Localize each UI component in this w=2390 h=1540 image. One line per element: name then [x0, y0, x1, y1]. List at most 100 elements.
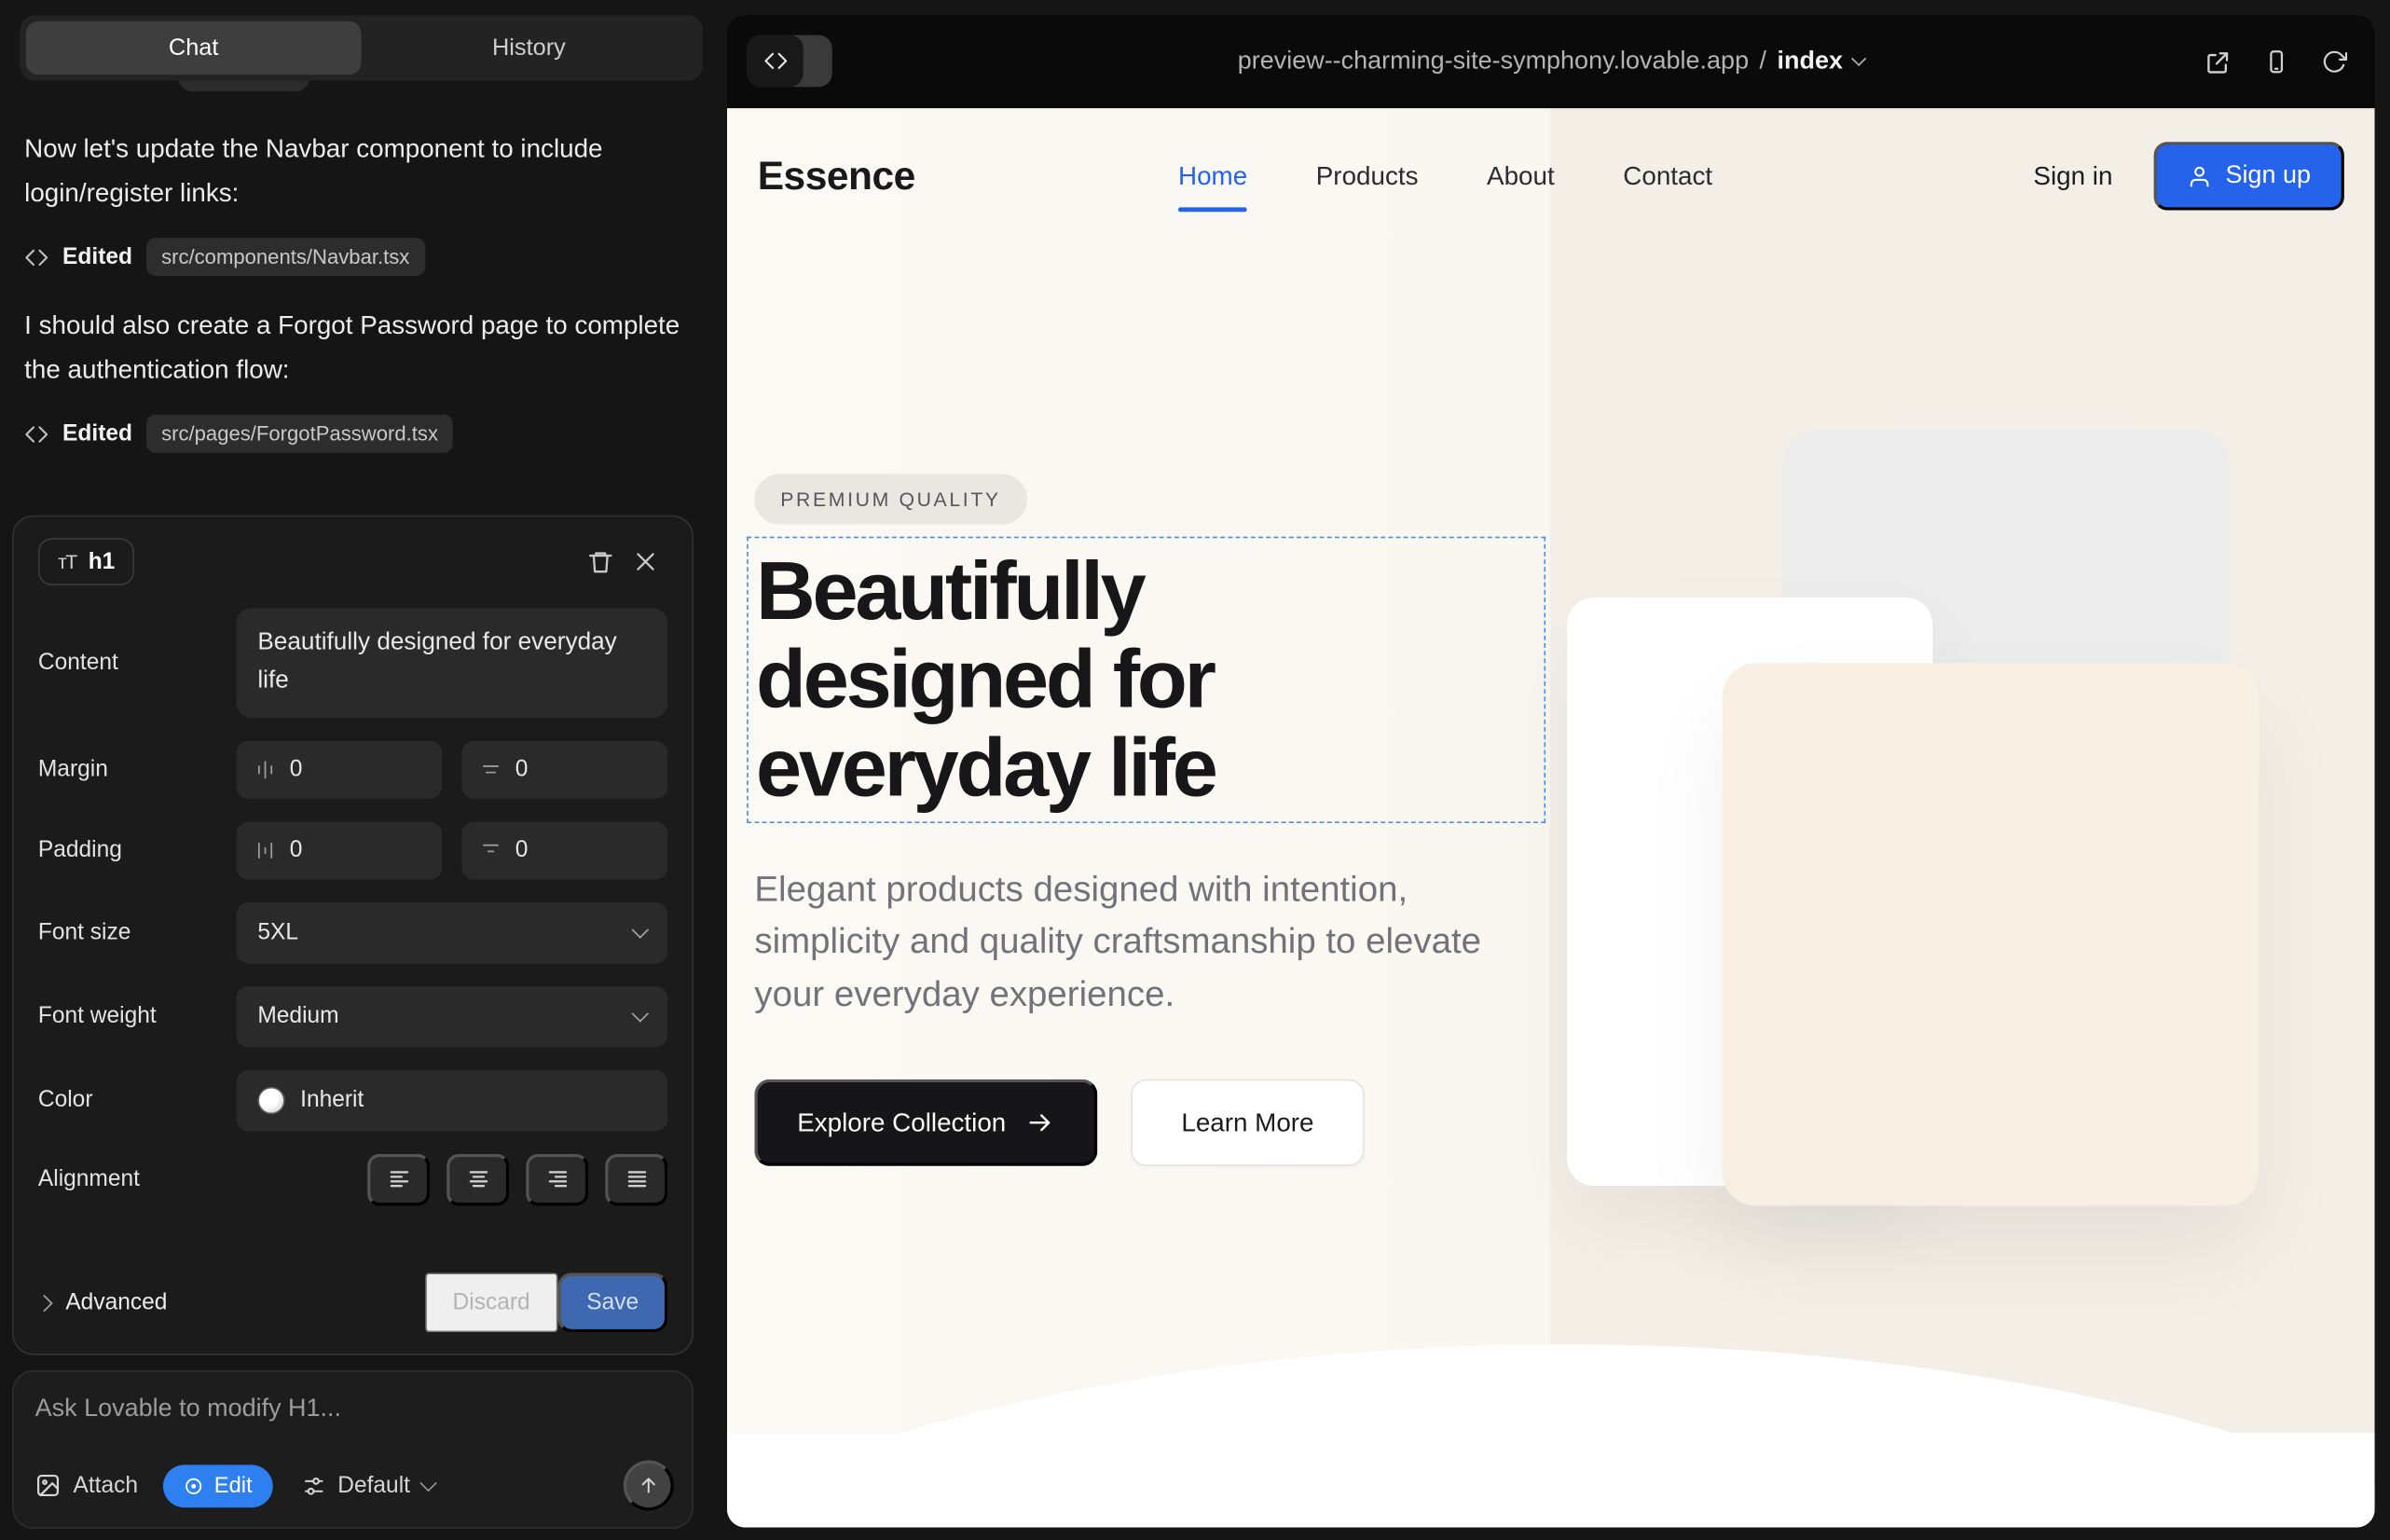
padding-x-input[interactable]: 0: [236, 821, 442, 879]
edited-file-row: Edited src/components/Navbar.tsx: [24, 238, 686, 276]
mobile-view-icon[interactable]: [2263, 48, 2289, 75]
send-button[interactable]: [624, 1461, 674, 1511]
nav-auth: Sign in Sign up: [2033, 142, 2344, 211]
nav-links: Home Products About Contact: [1178, 161, 1712, 192]
sign-up-button[interactable]: Sign up: [2154, 142, 2344, 211]
nav-link-contact[interactable]: Contact: [1623, 161, 1712, 192]
site-navbar: Essence Home Products About Contact Sign…: [727, 108, 2375, 244]
chat-messages: Now let's update the Navbar component to…: [24, 128, 686, 482]
arrow-right-icon: [1026, 1108, 1055, 1137]
margin-x-icon: [254, 759, 276, 780]
delete-element-button[interactable]: [578, 539, 624, 584]
preview-topbar: preview--charming-site-symphony.lovable.…: [727, 15, 2375, 108]
file-chip[interactable]: src/components/Navbar.tsx: [146, 238, 425, 276]
chevron-down-icon: [632, 1004, 650, 1022]
topbar-actions: [2204, 15, 2347, 108]
padding-y-input[interactable]: 0: [461, 821, 667, 879]
font-size-select[interactable]: 5XL: [236, 901, 667, 962]
composer: Ask Lovable to modify H1... Attach Edit: [12, 1370, 694, 1529]
hero-subtext: Elegant products designed with intention…: [754, 863, 1486, 1020]
edit-mode-button[interactable]: Edit: [162, 1464, 272, 1507]
content-input[interactable]: Beautifully designed for everyday life: [236, 608, 667, 717]
page-name: index: [1777, 48, 1842, 76]
close-editor-button[interactable]: [624, 540, 667, 584]
padding-label: Padding: [38, 837, 224, 863]
content-label: Content: [38, 650, 224, 676]
preview-site: Essence Home Products About Contact Sign…: [727, 108, 2375, 1527]
font-weight-select[interactable]: Medium: [236, 985, 667, 1046]
selected-element-outline[interactable]: Beautifully designed for everyday life: [747, 537, 1545, 823]
selected-element-pill: тT h1: [38, 538, 135, 585]
editor-header: тT h1: [38, 538, 667, 585]
site-logo[interactable]: Essence: [758, 153, 915, 200]
edited-label: Edited: [62, 244, 132, 270]
code-icon: [24, 421, 48, 446]
chevron-right-icon: [35, 1294, 53, 1312]
font-weight-label: Font weight: [38, 1003, 224, 1029]
align-left-button[interactable]: [367, 1153, 430, 1205]
tab-chat[interactable]: Chat: [26, 21, 362, 75]
tab-history[interactable]: History: [362, 21, 697, 75]
assistant-message: I should also create a Forgot Password p…: [24, 305, 686, 392]
target-icon: [182, 1475, 203, 1496]
chat-panel: Chat History Now let's update the Navbar…: [0, 0, 717, 1540]
attach-button[interactable]: Attach: [35, 1473, 138, 1499]
editor-footer: Advanced Discard Save: [38, 1251, 667, 1332]
composer-toolbar: Attach Edit Default: [35, 1461, 674, 1511]
quality-badge: PREMIUM QUALITY: [754, 474, 1026, 525]
preview-panel: preview--charming-site-symphony.lovable.…: [727, 15, 2375, 1527]
align-right-button[interactable]: [526, 1153, 588, 1205]
edited-label: Edited: [62, 421, 132, 447]
chevron-down-icon: [1851, 51, 1866, 66]
preview-url: preview--charming-site-symphony.lovable.…: [1238, 48, 1749, 76]
url-bar[interactable]: preview--charming-site-symphony.lovable.…: [727, 15, 2375, 108]
margin-y-icon: [480, 759, 501, 780]
sliders-icon: [301, 1473, 325, 1497]
margin-y-input[interactable]: 0: [461, 740, 667, 798]
arrow-up-icon: [638, 1474, 661, 1497]
hero-cta-row: Explore Collection Learn More: [754, 1079, 1364, 1166]
file-chip[interactable]: src/pages/ForgotPassword.tsx: [146, 415, 454, 453]
padding-y-icon: [480, 839, 501, 860]
save-button[interactable]: Save: [557, 1272, 667, 1332]
color-swatch-icon: [257, 1086, 284, 1113]
chevron-down-icon: [632, 921, 650, 939]
alignment-label: Alignment: [38, 1166, 224, 1192]
font-size-label: Font size: [38, 919, 224, 945]
refresh-icon[interactable]: [2321, 48, 2347, 75]
nav-link-about[interactable]: About: [1487, 161, 1555, 192]
color-label: Color: [38, 1087, 224, 1113]
discard-button[interactable]: Discard: [425, 1272, 557, 1332]
learn-more-button[interactable]: Learn More: [1131, 1079, 1364, 1166]
advanced-toggle[interactable]: Advanced: [38, 1289, 168, 1315]
align-center-button[interactable]: [446, 1153, 509, 1205]
padding-x-icon: [254, 839, 276, 860]
margin-label: Margin: [38, 756, 224, 782]
element-editor: тT h1 Content Beautifully designed for e…: [12, 516, 694, 1355]
image-icon: [35, 1473, 62, 1499]
color-select[interactable]: Inherit: [236, 1069, 667, 1130]
model-default-button[interactable]: Default: [301, 1473, 434, 1499]
margin-x-input[interactable]: 0: [236, 740, 442, 798]
nav-link-products[interactable]: Products: [1316, 161, 1419, 192]
nav-link-home[interactable]: Home: [1178, 161, 1247, 192]
composer-input[interactable]: Ask Lovable to modify H1...: [35, 1395, 671, 1423]
align-justify-button[interactable]: [605, 1153, 667, 1205]
chat-history-tabs: Chat History: [20, 15, 703, 80]
assistant-message: Now let's update the Navbar component to…: [24, 128, 686, 214]
code-icon: [24, 245, 48, 269]
sign-in-link[interactable]: Sign in: [2033, 161, 2112, 192]
explore-collection-button[interactable]: Explore Collection: [754, 1079, 1097, 1166]
typography-icon: тT: [58, 550, 76, 573]
hero-headline: Beautifully designed for everyday life: [756, 547, 1457, 813]
hero-section: PREMIUM QUALITY Beautifully designed for…: [727, 244, 2375, 1528]
url-separator: /: [1760, 48, 1767, 76]
editor-rows: Content Beautifully designed for everyda…: [38, 608, 667, 1204]
open-external-icon[interactable]: [2204, 48, 2231, 76]
lovable-workspace: Chat History Now let's update the Navbar…: [0, 0, 2390, 1540]
element-tag: h1: [89, 549, 116, 575]
chevron-down-icon: [419, 1474, 437, 1492]
alignment-group: [236, 1153, 667, 1205]
user-icon: [2188, 164, 2212, 188]
edited-file-row: Edited src/pages/ForgotPassword.tsx: [24, 415, 686, 453]
